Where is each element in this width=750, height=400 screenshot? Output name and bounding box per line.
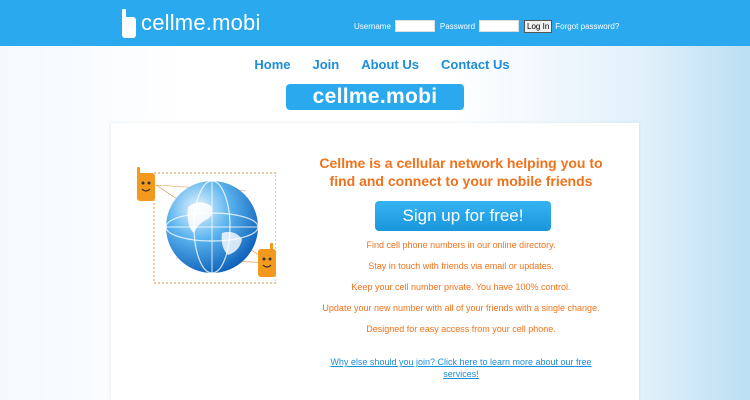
site-logo[interactable]: cellme.mobi — [121, 8, 261, 38]
login-button[interactable]: Log In — [524, 19, 553, 33]
login-form: Username Password Log In Forgot password… — [354, 19, 619, 33]
content-panel: Cellme is a cellular network helping you… — [111, 123, 639, 400]
feature-list: Find cell phone numbers in our online di… — [306, 240, 616, 345]
feature-item: Find cell phone numbers in our online di… — [366, 240, 556, 250]
learn-more-link[interactable]: Why else should you join? Click here to … — [316, 356, 606, 380]
nav-contact-us[interactable]: Contact Us — [441, 57, 510, 72]
main-nav: Home Join About Us Contact Us — [0, 57, 750, 72]
brand-banner: cellme.mobi — [286, 84, 464, 110]
signup-button[interactable]: Sign up for free! — [375, 201, 551, 231]
nav-home[interactable]: Home — [254, 57, 290, 72]
phone-icon — [122, 8, 136, 38]
password-label: Password — [439, 21, 476, 31]
nav-about-us[interactable]: About Us — [361, 57, 419, 72]
username-label: Username — [354, 21, 391, 31]
password-input[interactable] — [479, 20, 520, 32]
feature-item: Keep your cell number private. You have … — [351, 282, 571, 292]
nav-join[interactable]: Join — [312, 57, 339, 72]
username-input[interactable] — [394, 20, 435, 32]
forgot-password-link[interactable]: Forgot password? — [555, 22, 619, 31]
feature-item: Update your new number with all of your … — [322, 303, 600, 313]
feature-item: Stay in touch with friends via email or … — [368, 261, 554, 271]
globe-with-phones-icon — [137, 167, 276, 284]
top-bar: cellme.mobi Username Password Log In For… — [0, 0, 750, 46]
headline: Cellme is a cellular network helping you… — [319, 155, 603, 189]
logo-text: cellme.mobi — [141, 10, 261, 35]
feature-item: Designed for easy access from your cell … — [366, 324, 556, 334]
